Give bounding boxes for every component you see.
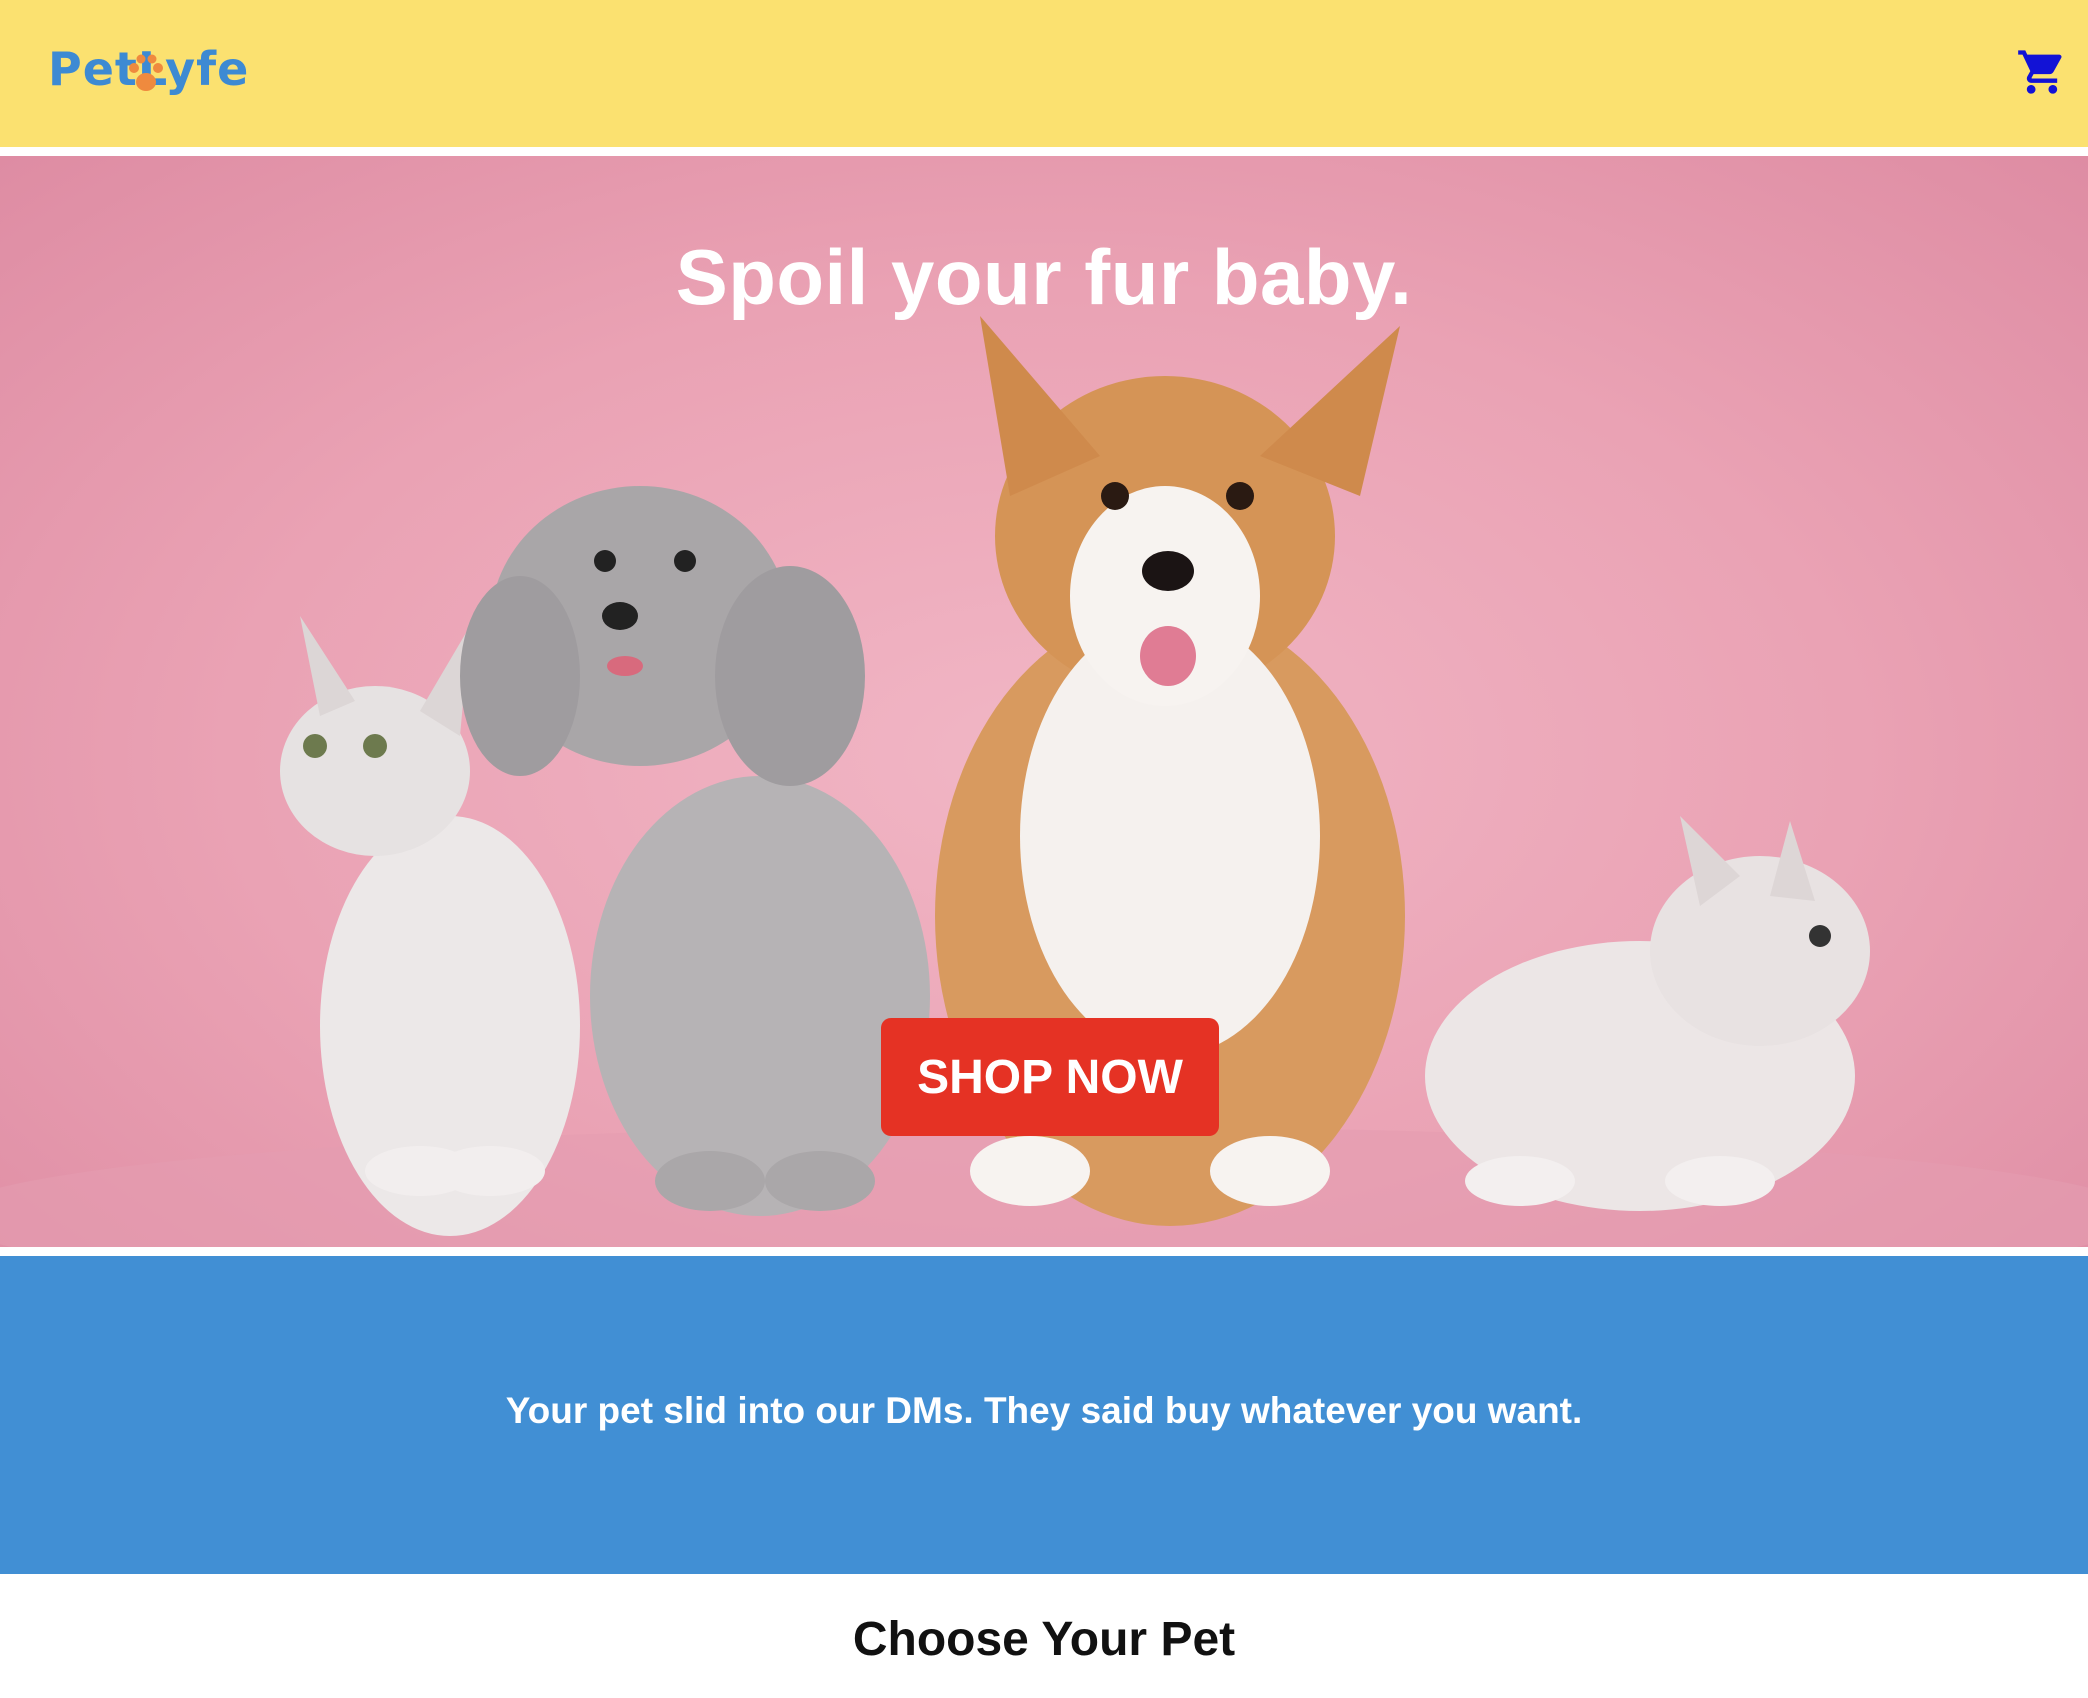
section-title: Choose Your Pet (852, 1613, 1236, 1666)
hero-title: Spoil your fur baby. (675, 233, 1413, 321)
shopping-cart-icon[interactable] (2016, 46, 2068, 98)
right-cat-figure (1425, 816, 1870, 1211)
paw-icon (129, 54, 163, 91)
shop-now-button[interactable]: SHOP NOW (881, 1018, 1219, 1136)
site-header: PetLyfe (0, 0, 2088, 147)
promo-text: Your pet slid into our DMs. They said bu… (505, 1390, 1583, 1431)
logo[interactable]: PetLyfe (48, 34, 249, 104)
hero-banner: Spoil your fur baby. SHOP NOW (0, 156, 2088, 1247)
